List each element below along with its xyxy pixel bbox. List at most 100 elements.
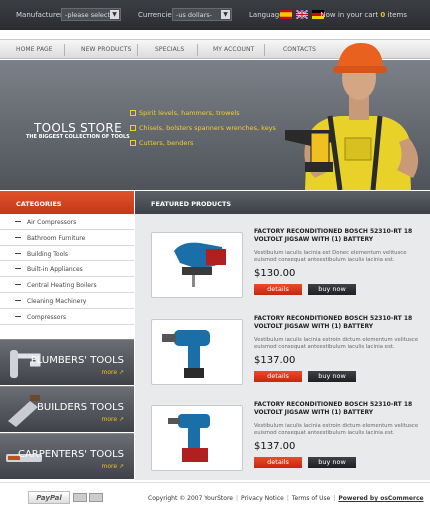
footer: PayPal Copyright © 2007 YourStore | Privac… bbox=[0, 482, 430, 513]
category-item[interactable]: Compressors bbox=[0, 309, 134, 325]
impact-driver-image bbox=[168, 414, 210, 462]
worker-with-drill-image bbox=[285, 43, 419, 190]
english-flag-icon[interactable] bbox=[296, 10, 308, 19]
copyright-text: Copyright © 2007 YourStore bbox=[148, 495, 233, 502]
buy-now-button[interactable]: buy now bbox=[308, 457, 356, 468]
nav-divider bbox=[197, 44, 198, 56]
terms-of-use-link[interactable]: Terms of Use bbox=[292, 495, 330, 502]
product-image[interactable] bbox=[151, 319, 243, 385]
product-price: $137.00 bbox=[254, 355, 296, 366]
promo-title: BUILDERS TOOLS bbox=[37, 402, 124, 413]
promo-title: CARPENTERS' TOOLS bbox=[17, 449, 124, 460]
arrow-bullet-icon bbox=[15, 299, 21, 301]
product-price: $130.00 bbox=[254, 268, 296, 279]
category-item[interactable]: Air Compressors bbox=[0, 214, 134, 230]
featured-products-panel: FACTORY RECONDITIONED BOSCH 52310-RT 18 … bbox=[135, 214, 430, 480]
category-item[interactable]: Built-in Appliances bbox=[0, 261, 134, 278]
nav-home[interactable]: HOME PAGE bbox=[16, 46, 53, 53]
arrow-bullet-icon bbox=[15, 252, 21, 254]
category-label: Cleaning Machinery bbox=[27, 297, 87, 305]
mastercard-icon bbox=[89, 493, 103, 502]
category-label: Built-in Appliances bbox=[27, 266, 83, 274]
nav-divider bbox=[137, 44, 138, 56]
product-image[interactable] bbox=[151, 232, 243, 298]
visa-card-icon bbox=[73, 493, 87, 502]
hero-bullet-text: Cutters, benders bbox=[139, 139, 194, 147]
product-card: FACTORY RECONDITIONED BOSCH 52310-RT 18 … bbox=[151, 315, 421, 395]
arrow-bullet-icon bbox=[15, 284, 21, 286]
top-bar: Manufacturers: -please select- ▼ Currenc… bbox=[0, 0, 430, 30]
check-box-icon bbox=[130, 125, 136, 131]
product-title[interactable]: FACTORY RECONDITIONED BOSCH 52310-RT 18 … bbox=[254, 315, 424, 331]
product-price: $137.00 bbox=[254, 441, 296, 452]
check-box-icon bbox=[130, 110, 136, 116]
product-card: FACTORY RECONDITIONED BOSCH 52310-RT 18 … bbox=[151, 228, 421, 308]
arrow-bullet-icon bbox=[15, 268, 21, 270]
footer-links: Copyright © 2007 YourStore | Privacy Notic… bbox=[148, 495, 424, 502]
buy-now-button[interactable]: buy now bbox=[308, 371, 356, 382]
paypal-logo: PayPal bbox=[28, 491, 70, 504]
nav-my-account[interactable]: MY ACCOUNT bbox=[213, 46, 254, 53]
manufacturers-value: -please select- bbox=[65, 11, 113, 19]
nav-divider bbox=[264, 44, 265, 56]
arrow-bullet-icon bbox=[15, 236, 21, 238]
arrow-bullet-icon bbox=[15, 221, 21, 222]
category-item[interactable]: Cleaning Machinery bbox=[0, 293, 134, 309]
category-item[interactable]: Bathroom Furniture bbox=[0, 230, 134, 246]
buy-now-button[interactable]: buy now bbox=[308, 284, 356, 295]
promo-carpenters-tools[interactable]: CARPENTERS' TOOLS more ↗ bbox=[0, 433, 134, 479]
hero-bullet-text: Spirit levels, hammers, trowels bbox=[139, 109, 240, 117]
promo-more-link[interactable]: more ↗ bbox=[102, 463, 124, 470]
product-description: Vestibulum iaculis lacinia estroin dictu… bbox=[254, 423, 419, 436]
currencies-select[interactable]: -us dollars- ▼ bbox=[172, 8, 232, 21]
powered-by-link[interactable]: Powered by osCommerce bbox=[338, 495, 423, 502]
spanish-flag-icon[interactable] bbox=[280, 10, 292, 19]
store-title: TOOLS STORE bbox=[34, 121, 122, 135]
currencies-value: -us dollars- bbox=[176, 11, 213, 19]
details-button[interactable]: details bbox=[254, 457, 302, 468]
promo-more-link[interactable]: more ↗ bbox=[102, 416, 124, 423]
category-label: Central Heating Boilers bbox=[27, 282, 97, 290]
product-card: FACTORY RECONDITIONED BOSCH 52310-RT 18 … bbox=[151, 401, 421, 481]
cart-items-label: items bbox=[387, 11, 407, 19]
drill-image bbox=[162, 330, 210, 378]
promo-title: PLUMBERS' TOOLS bbox=[30, 355, 124, 366]
promo-builders-tools[interactable]: BUILDERS TOOLS more ↗ bbox=[0, 386, 134, 432]
categories-heading: CATEGORIES bbox=[0, 191, 134, 214]
nav-new-products[interactable]: NEW PRODUCTS bbox=[81, 46, 132, 53]
product-description: Vestibulum iaculis lacinia estroin dictu… bbox=[254, 337, 419, 350]
category-label: Compressors bbox=[27, 313, 67, 321]
check-box-icon bbox=[130, 140, 136, 146]
category-item[interactable]: Central Heating Boilers bbox=[0, 277, 134, 293]
cart-text: Now in your cart bbox=[320, 11, 379, 19]
hero-bullet: Spirit levels, hammers, trowels bbox=[130, 109, 240, 117]
jigsaw-image bbox=[174, 242, 226, 287]
cart-summary[interactable]: Now in your cart 0 items bbox=[320, 11, 407, 19]
privacy-notice-link[interactable]: Privacy Notice bbox=[241, 495, 284, 502]
store-subtitle: THE BIGGEST COLLECTION OF TOOLS bbox=[26, 134, 130, 140]
promo-more-link[interactable]: more ↗ bbox=[102, 369, 124, 376]
manufacturers-select[interactable]: -please select- ▼ bbox=[61, 8, 121, 21]
chevron-down-icon: ▼ bbox=[110, 10, 119, 19]
details-button[interactable]: details bbox=[254, 371, 302, 382]
category-label: Bathroom Furniture bbox=[27, 234, 86, 242]
product-image[interactable] bbox=[151, 405, 243, 471]
category-label: Air Compressors bbox=[27, 219, 77, 226]
hero-bullet: Chisels, bolsters spanners wrenches, key… bbox=[130, 124, 276, 132]
promo-plumbers-tools[interactable]: PLUMBERS' TOOLS more ↗ bbox=[0, 339, 134, 385]
category-list: Air Compressors Bathroom Furniture Build… bbox=[0, 214, 134, 325]
category-label: Building Tools bbox=[27, 250, 69, 258]
arrow-bullet-icon bbox=[15, 315, 21, 317]
details-button[interactable]: details bbox=[254, 284, 302, 295]
nav-divider bbox=[64, 44, 65, 56]
nav-specials[interactable]: SPECIALS bbox=[155, 46, 184, 53]
chevron-down-icon: ▼ bbox=[221, 10, 230, 19]
featured-products-heading: FEATURED PRODUCTS bbox=[135, 191, 430, 214]
hero-bullet-text: Chisels, bolsters spanners wrenches, key… bbox=[139, 124, 276, 132]
product-title[interactable]: FACTORY RECONDITIONED BOSCH 52310-RT 18 … bbox=[254, 401, 424, 417]
hero-bullet: Cutters, benders bbox=[130, 139, 193, 147]
cart-count: 0 bbox=[380, 11, 386, 19]
product-description: Vestibulum iaculis lacinia est Donec ele… bbox=[254, 250, 407, 263]
product-title[interactable]: FACTORY RECONDITIONED BOSCH 52310-RT 18 … bbox=[254, 228, 424, 244]
category-item[interactable]: Building Tools bbox=[0, 246, 134, 262]
